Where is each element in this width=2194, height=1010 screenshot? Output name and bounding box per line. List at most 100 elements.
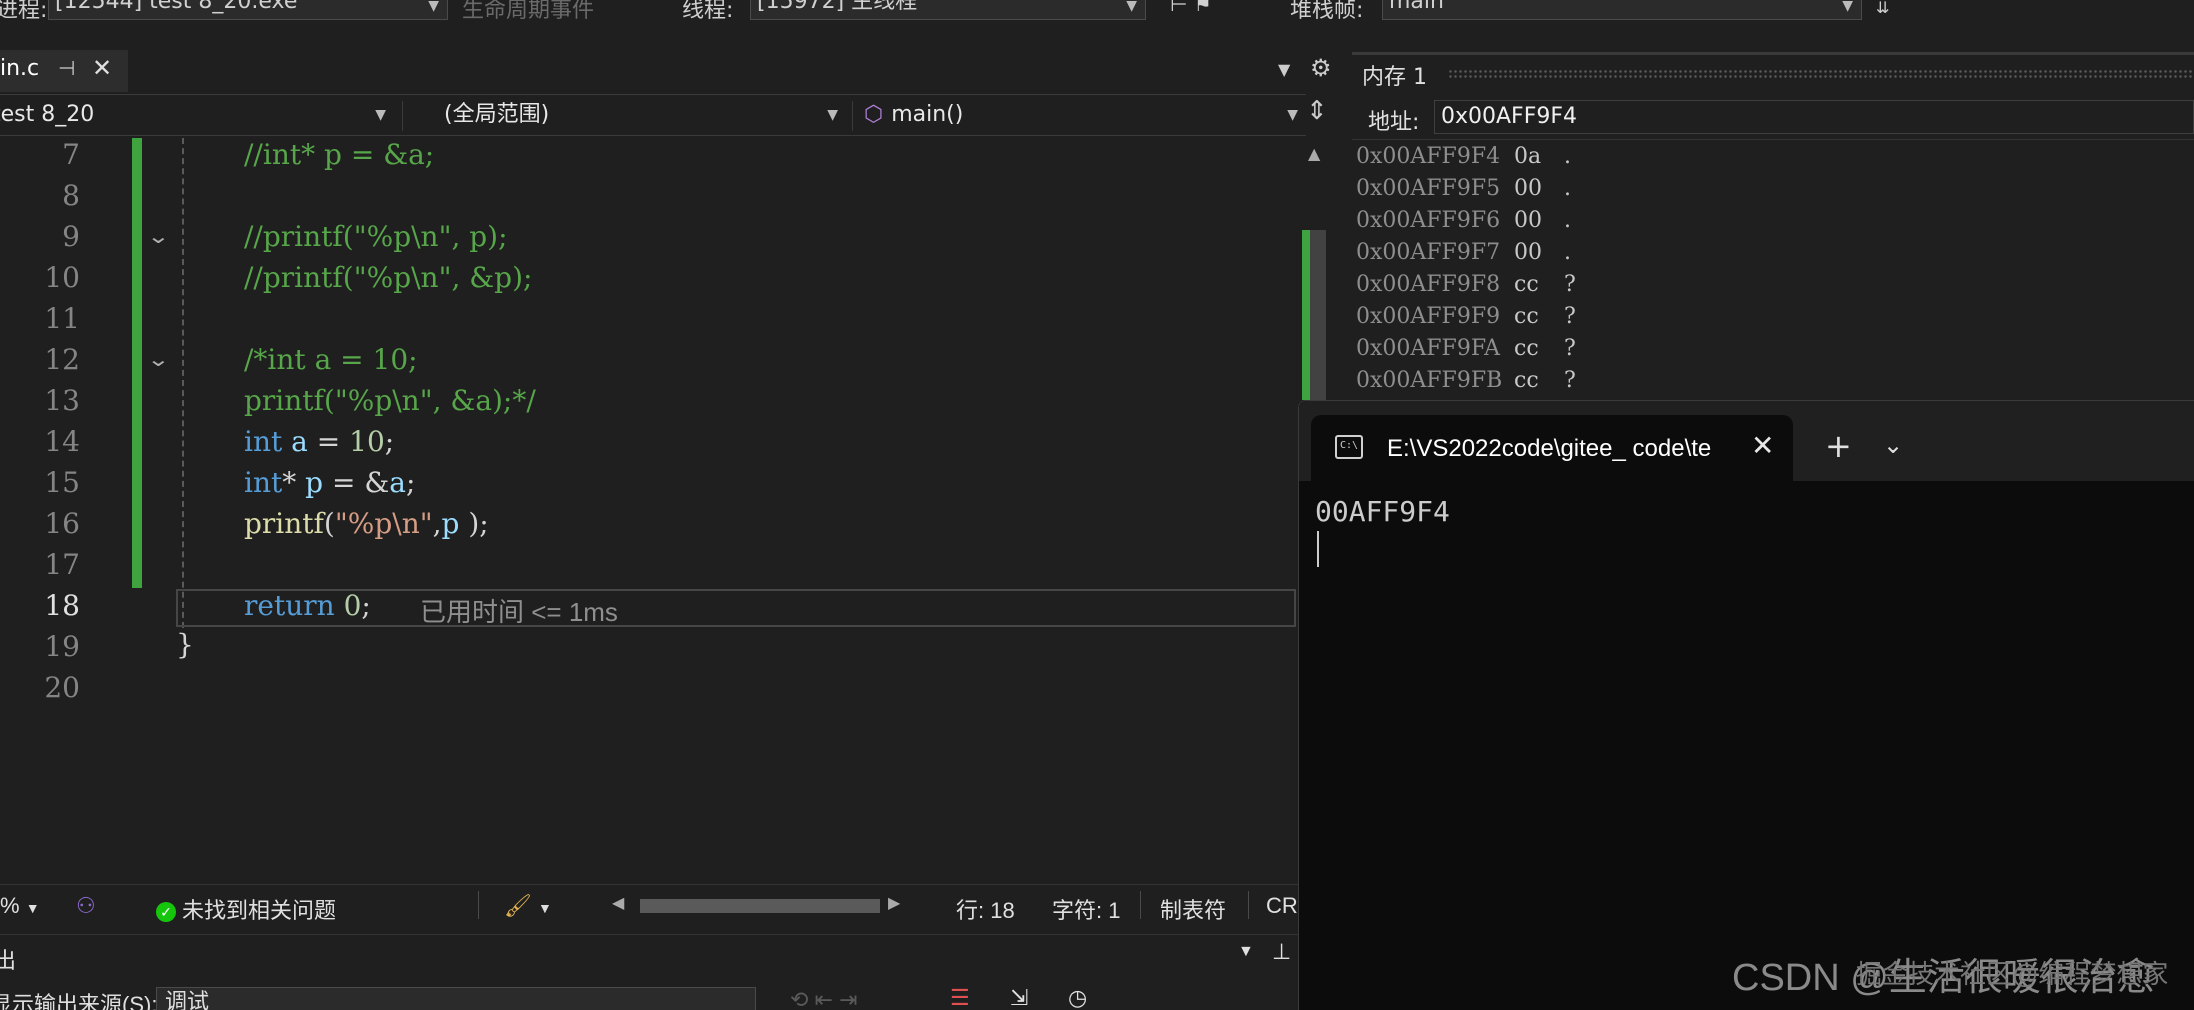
line-number: 10 [44, 261, 80, 294]
char-indicator[interactable]: 字符: 1 [1052, 893, 1120, 925]
lifecycle-events-button[interactable]: 生命周期事件 [462, 0, 594, 24]
memory-char: ? [1564, 304, 1576, 329]
line-number: 13 [44, 384, 80, 417]
line-number: 14 [44, 425, 80, 458]
divider [478, 891, 479, 919]
line-number: 17 [44, 548, 80, 581]
navigation-bar: test 8_20 ▼ (全局范围) ▼ ⬡ main() ▼ [0, 94, 1306, 136]
scroll-left-icon[interactable]: ◀ [612, 893, 624, 913]
cube-icon: ⬡ [864, 102, 884, 127]
stackframe-value: main [1389, 0, 1444, 14]
address-value: 0x00AFF9F4 [1441, 104, 1578, 129]
issues-indicator[interactable]: ✓ 未找到相关问题 [156, 893, 336, 925]
output-toolbar-icons[interactable]: ⟲ ⇤ ⇥ [790, 987, 858, 1010]
line-indicator[interactable]: 行: 18 [956, 893, 1015, 925]
line-ending-indicator[interactable]: CR [1266, 893, 1298, 919]
split-editor-icon[interactable]: ⇕ [1306, 96, 1328, 126]
memory-byte[interactable]: cc [1514, 304, 1539, 329]
tab-list-dropdown-icon[interactable]: ▼ [1278, 60, 1290, 79]
scroll-thumb[interactable] [1310, 230, 1326, 400]
zoom-dropdown[interactable]: % ▼ [0, 893, 40, 919]
memory-byte[interactable]: cc [1514, 336, 1539, 361]
line-number: 9 [62, 220, 80, 253]
memory-address: 0x00AFF9F4 [1356, 144, 1501, 169]
memory-address: 0x00AFF9FB [1356, 368, 1503, 393]
memory-row: 0x00AFF9FA cc? [1356, 336, 1576, 361]
scroll-thumb[interactable] [640, 899, 880, 913]
output-source-dropdown[interactable]: 调试 [156, 987, 756, 1010]
chevron-down-icon: ▼ [1126, 0, 1137, 14]
memory-char: . [1564, 176, 1571, 201]
memory-address: 0x00AFF9FA [1356, 336, 1501, 361]
new-tab-plus-icon[interactable]: + [1825, 427, 1852, 465]
divider [402, 101, 403, 131]
line-number: 15 [44, 466, 80, 499]
issues-text: 未找到相关问题 [182, 898, 337, 923]
clock-icon[interactable]: ◷ [1068, 985, 1087, 1010]
toolbar-overflow-icon[interactable]: ⇊ [1876, 0, 1889, 17]
terminal-tab-title: E:\VS2022code\gitee_ code\te [1387, 435, 1712, 462]
line-number: 12 [44, 343, 80, 376]
pin-icon[interactable]: ⊣ [58, 56, 75, 80]
process-dropdown[interactable]: [12544] test 8_20.exe ▼ [48, 0, 448, 20]
output-panel-title: 出 [0, 948, 17, 973]
tab-mode-indicator[interactable]: 制表符 [1160, 893, 1226, 925]
watermark-overlay: 掘金技术社区@编程梦想家 [1856, 959, 2169, 989]
memory-byte[interactable]: cc [1514, 272, 1539, 297]
project-name: test 8_20 [0, 102, 95, 127]
debug-toolbar: 进程: [12544] test 8_20.exe ▼ 生命周期事件 线程: [… [0, 0, 2194, 24]
memory-window-title-bar[interactable]: 内存 1 [1352, 52, 2194, 92]
thread-label: 线程: [682, 0, 734, 23]
indent-guide [182, 138, 184, 628]
fold-chevron-icon[interactable]: ⌄ [147, 347, 170, 371]
function-dropdown[interactable]: ⬡ main() ▼ [864, 97, 1304, 133]
chevron-down-icon: ▼ [428, 0, 439, 14]
close-icon[interactable]: ✕ [92, 54, 112, 82]
code-line: //printf("%p\n", p); [244, 220, 508, 253]
output-panel: 出 ▼ ⊥ 显示输出来源(S): 调试 ⟲ ⇤ ⇥ ☰ ⇲ ◷ [0, 934, 1300, 1010]
memory-byte[interactable]: 00 [1514, 176, 1542, 201]
close-icon[interactable]: ✕ [1751, 429, 1774, 462]
word-wrap-icon[interactable]: ⇲ [1010, 985, 1028, 1010]
cleanup-brush-icon[interactable]: 🖌 ▼ [504, 893, 552, 919]
line-number: 11 [44, 302, 80, 335]
scroll-up-icon[interactable]: ▲ [1308, 144, 1320, 163]
code-editor[interactable]: 7 8 9 10 11 12 13 14 15 16 17 18 19 20 ⌄… [0, 138, 1296, 880]
scroll-right-icon[interactable]: ▶ [888, 893, 900, 913]
clear-all-icon[interactable]: ☰ [950, 985, 970, 1010]
memory-char: ? [1564, 368, 1576, 393]
memory-address: 0x00AFF9F7 [1356, 240, 1501, 265]
memory-row: 0x00AFF9F4 0a. [1356, 144, 1571, 169]
fold-chevron-icon[interactable]: ⌄ [147, 224, 170, 248]
divider [1140, 891, 1141, 919]
tab-main-c[interactable]: in.c ⊣ ✕ [0, 50, 128, 92]
scope-dropdown[interactable]: (全局范围) ▼ [444, 97, 844, 133]
output-source-value: 调试 [165, 989, 210, 1010]
process-label: 进程: [0, 0, 48, 23]
stackframe-dropdown[interactable]: main ▼ [1382, 0, 1862, 20]
drag-handle[interactable] [1448, 69, 2194, 79]
project-dropdown[interactable]: test 8_20 ▼ [0, 97, 392, 133]
code-line: int* p = &a; [244, 466, 416, 499]
memory-grid[interactable]: 0x00AFF9F4 0a. 0x00AFF9F5 00. 0x00AFF9F6 00… [1356, 144, 2192, 400]
memory-byte[interactable]: cc [1514, 368, 1539, 393]
horizontal-scrollbar[interactable]: ◀ ▶ [612, 895, 902, 913]
memory-byte[interactable]: 0a [1514, 144, 1541, 169]
console-window[interactable]: C:\ E:\VS2022code\gitee_ code\te ✕ + ⌄ 0… [1298, 400, 2194, 1010]
memory-byte[interactable]: 00 [1514, 240, 1542, 265]
gear-icon[interactable]: ⚙ [1310, 54, 1332, 82]
memory-byte[interactable]: 00 [1514, 208, 1542, 233]
flag-icon[interactable]: ⊢ ⚑ [1170, 0, 1212, 16]
chevron-down-icon[interactable]: ⌄ [1883, 431, 1903, 459]
thread-dropdown[interactable]: [15972] 主线程 ▼ [750, 0, 1146, 20]
divider [1248, 891, 1249, 919]
copilot-icon[interactable]: ⚇ [76, 893, 96, 919]
address-input[interactable]: 0x00AFF9F4 [1434, 100, 2194, 134]
console-app-icon: C:\ [1335, 435, 1363, 459]
code-line: } [176, 628, 194, 661]
editor-status-bar: % ▼ ⚇ ✓ 未找到相关问题 🖌 ▼ ◀ ▶ 行: 18 字符: 1 制表符 C… [0, 884, 1300, 924]
panel-dropdown-icon[interactable]: ▼ [1238, 943, 1254, 961]
terminal-tab[interactable]: C:\ E:\VS2022code\gitee_ code\te ✕ [1311, 415, 1793, 481]
pin-icon[interactable]: ⊥ [1272, 939, 1291, 965]
memory-char: ? [1564, 336, 1576, 361]
